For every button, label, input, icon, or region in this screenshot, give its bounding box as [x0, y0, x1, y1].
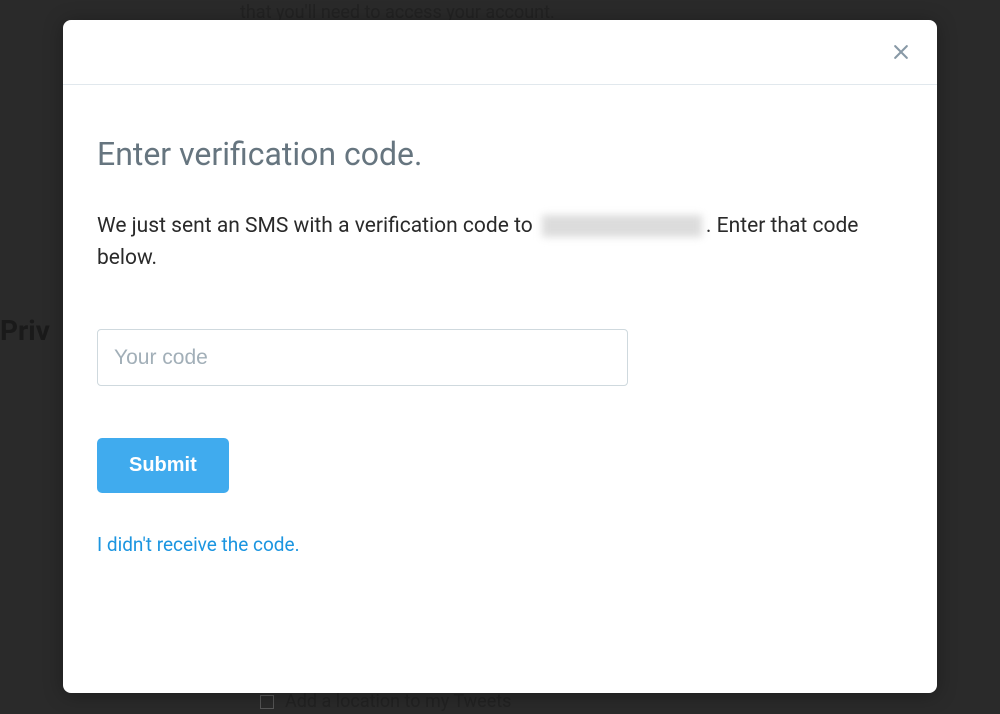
close-button[interactable] [887, 38, 915, 66]
submit-button[interactable]: Submit [97, 438, 229, 493]
modal-title: Enter verification code. [97, 135, 903, 173]
code-input[interactable] [97, 329, 628, 386]
modal-description: We just sent an SMS with a verification … [97, 211, 903, 274]
redacted-phone [542, 215, 702, 237]
verification-modal: Enter verification code. We just sent an… [63, 20, 937, 693]
close-icon [891, 42, 911, 62]
background-text-bottom: Add a location to my Tweets [285, 691, 511, 712]
background-text-left: Priv [0, 314, 50, 347]
background-checkbox [260, 695, 274, 709]
modal-header [63, 20, 937, 85]
resend-code-link[interactable]: I didn't receive the code. [97, 533, 300, 556]
modal-body: Enter verification code. We just sent an… [63, 85, 937, 590]
description-pre: We just sent an SMS with a verification … [97, 214, 538, 238]
